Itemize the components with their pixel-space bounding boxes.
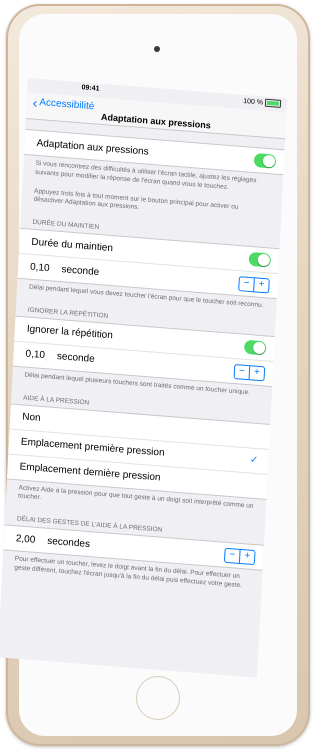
home-button[interactable]: [136, 676, 180, 720]
repeat-stepper: − +: [233, 363, 266, 382]
assist-option-label: Emplacement dernière pression: [19, 461, 161, 484]
hold-label: Durée du maintien: [31, 236, 114, 254]
repeat-decrement-button[interactable]: −: [234, 364, 251, 380]
repeat-value: 0,10: [25, 348, 46, 362]
repeat-increment-button[interactable]: +: [250, 366, 265, 380]
hold-value: 0,10: [29, 261, 50, 274]
hold-stepper: − +: [238, 276, 270, 294]
battery-percent: 100 %: [243, 97, 264, 107]
main-toggle-switch[interactable]: [253, 152, 277, 169]
delay-unit: secondes: [46, 535, 91, 550]
repeat-toggle-switch[interactable]: [243, 339, 267, 356]
delay-stepper: − +: [223, 547, 256, 566]
hold-increment-button[interactable]: +: [254, 278, 269, 292]
hold-unit: seconde: [61, 263, 100, 278]
battery-icon: [264, 98, 282, 108]
main-toggle-label: Adaptation aux pressions: [36, 137, 149, 158]
assist-option-label: Non: [21, 411, 41, 425]
battery-indicator: 100 %: [243, 97, 282, 108]
assist-option-label: Emplacement première pression: [20, 436, 165, 459]
delay-value: 2,00: [15, 532, 36, 546]
checkmark-icon: ✓: [249, 454, 259, 467]
delay-increment-button[interactable]: +: [240, 550, 255, 564]
repeat-unit: seconde: [56, 351, 95, 366]
camera-icon: [154, 46, 160, 52]
hold-decrement-button[interactable]: −: [239, 277, 255, 292]
status-time: 09:41: [81, 84, 100, 93]
screen: 09:41 100 % ‹ Accessibilité Adaptation a…: [0, 78, 288, 678]
repeat-label: Ignorer la répétition: [26, 323, 114, 342]
hold-toggle-switch[interactable]: [248, 251, 272, 268]
delay-decrement-button[interactable]: −: [224, 548, 241, 564]
